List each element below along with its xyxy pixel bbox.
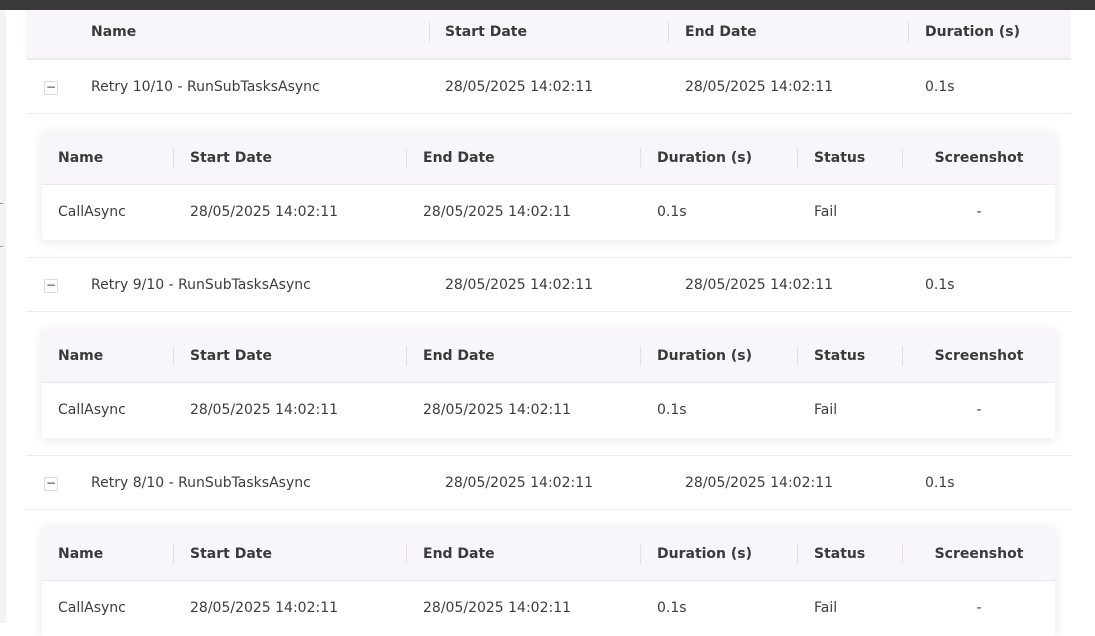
- column-divider: [173, 544, 174, 564]
- sub-header-name[interactable]: Name: [58, 527, 103, 581]
- column-divider: [640, 346, 641, 366]
- column-divider: [173, 148, 174, 168]
- subtask-name: CallAsync: [58, 204, 126, 220]
- sub-header-end-date[interactable]: End Date: [423, 131, 495, 185]
- subtable-header: Name Start Date End Date Duration (s) St…: [42, 527, 1055, 581]
- column-divider: [668, 22, 669, 42]
- subtask-status: Fail: [814, 402, 838, 418]
- subtask-end-date: 28/05/2025 14:02:11: [423, 402, 572, 418]
- retry-duration: 0.1s: [925, 277, 955, 293]
- column-divider: [406, 148, 407, 168]
- subtask-start-date: 28/05/2025 14:02:11: [190, 402, 339, 418]
- sub-header-screenshot[interactable]: Screenshot: [903, 329, 1055, 383]
- column-divider: [908, 22, 909, 42]
- table-row[interactable]: CallAsync 28/05/2025 14:02:11 28/05/2025…: [42, 185, 1055, 240]
- retry-end-date: 28/05/2025 14:02:11: [685, 277, 834, 293]
- sub-header-end-date[interactable]: End Date: [423, 329, 495, 383]
- retry-end-date: 28/05/2025 14:02:11: [685, 79, 834, 95]
- subtasks-table: Name Start Date End Date Duration (s) St…: [42, 329, 1055, 438]
- background-page-edge: [0, 10, 6, 623]
- table-row[interactable]: CallAsync 28/05/2025 14:02:11 28/05/2025…: [42, 581, 1055, 636]
- column-divider: [173, 346, 174, 366]
- subtask-screenshot: -: [976, 402, 982, 418]
- subtask-screenshot: -: [976, 204, 982, 220]
- header-name[interactable]: Name: [91, 10, 136, 59]
- table-row[interactable]: − Retry 8/10 - RunSubTasksAsync 28/05/20…: [26, 455, 1071, 510]
- subtasks-table: Name Start Date End Date Duration (s) St…: [42, 527, 1055, 636]
- column-divider: [640, 544, 641, 564]
- subtask-start-date: 28/05/2025 14:02:11: [190, 600, 339, 616]
- collapse-toggle-icon[interactable]: −: [44, 279, 58, 293]
- sub-header-duration[interactable]: Duration (s): [657, 527, 752, 581]
- retry-start-date: 28/05/2025 14:02:11: [445, 79, 594, 95]
- edge-mark: [0, 203, 3, 204]
- subtask-name: CallAsync: [58, 402, 126, 418]
- sub-header-duration[interactable]: Duration (s): [657, 131, 752, 185]
- column-divider: [797, 148, 798, 168]
- column-divider: [406, 346, 407, 366]
- table-row[interactable]: − Retry 9/10 - RunSubTasksAsync 28/05/20…: [26, 257, 1071, 312]
- subtask-end-date: 28/05/2025 14:02:11: [423, 204, 572, 220]
- column-divider: [797, 544, 798, 564]
- subtask-duration: 0.1s: [657, 402, 687, 418]
- sub-header-end-date[interactable]: End Date: [423, 527, 495, 581]
- retry-name: Retry 8/10 - RunSubTasksAsync: [91, 475, 311, 491]
- sub-header-start-date[interactable]: Start Date: [190, 131, 272, 185]
- sub-header-start-date[interactable]: Start Date: [190, 329, 272, 383]
- header-duration[interactable]: Duration (s): [925, 10, 1020, 59]
- retry-start-date: 28/05/2025 14:02:11: [445, 475, 594, 491]
- collapse-toggle-icon[interactable]: −: [44, 81, 58, 95]
- sub-header-status[interactable]: Status: [814, 131, 865, 185]
- table-row[interactable]: − Retry 10/10 - RunSubTasksAsync 28/05/2…: [26, 59, 1071, 114]
- subtable-header: Name Start Date End Date Duration (s) St…: [42, 131, 1055, 185]
- sub-header-screenshot[interactable]: Screenshot: [903, 527, 1055, 581]
- retries-table: Name Start Date End Date Duration (s) − …: [26, 10, 1071, 636]
- subtask-duration: 0.1s: [657, 600, 687, 616]
- retry-name: Retry 10/10 - RunSubTasksAsync: [91, 79, 320, 95]
- column-divider: [640, 148, 641, 168]
- sub-header-name[interactable]: Name: [58, 131, 103, 185]
- table-header: Name Start Date End Date Duration (s): [26, 10, 1071, 59]
- sub-header-start-date[interactable]: Start Date: [190, 527, 272, 581]
- sub-header-screenshot[interactable]: Screenshot: [903, 131, 1055, 185]
- subtask-name: CallAsync: [58, 600, 126, 616]
- subtask-screenshot: -: [976, 600, 982, 616]
- retry-end-date: 28/05/2025 14:02:11: [685, 475, 834, 491]
- subtask-status: Fail: [814, 600, 838, 616]
- collapse-toggle-icon[interactable]: −: [44, 477, 58, 491]
- sub-header-status[interactable]: Status: [814, 329, 865, 383]
- sub-header-name[interactable]: Name: [58, 329, 103, 383]
- column-divider: [406, 544, 407, 564]
- header-end-date[interactable]: End Date: [685, 10, 757, 59]
- subtask-status: Fail: [814, 204, 838, 220]
- edge-mark: [0, 246, 3, 247]
- column-divider: [429, 22, 430, 42]
- top-bar: [0, 0, 1095, 10]
- subtask-start-date: 28/05/2025 14:02:11: [190, 204, 339, 220]
- sub-header-duration[interactable]: Duration (s): [657, 329, 752, 383]
- column-divider: [797, 346, 798, 366]
- sub-header-status[interactable]: Status: [814, 527, 865, 581]
- table-row[interactable]: CallAsync 28/05/2025 14:02:11 28/05/2025…: [42, 383, 1055, 438]
- subtasks-table: Name Start Date End Date Duration (s) St…: [42, 131, 1055, 240]
- retry-duration: 0.1s: [925, 79, 955, 95]
- header-start-date[interactable]: Start Date: [445, 10, 527, 59]
- retry-name: Retry 9/10 - RunSubTasksAsync: [91, 277, 311, 293]
- retry-start-date: 28/05/2025 14:02:11: [445, 277, 594, 293]
- subtask-duration: 0.1s: [657, 204, 687, 220]
- retry-duration: 0.1s: [925, 475, 955, 491]
- subtable-header: Name Start Date End Date Duration (s) St…: [42, 329, 1055, 383]
- subtask-end-date: 28/05/2025 14:02:11: [423, 600, 572, 616]
